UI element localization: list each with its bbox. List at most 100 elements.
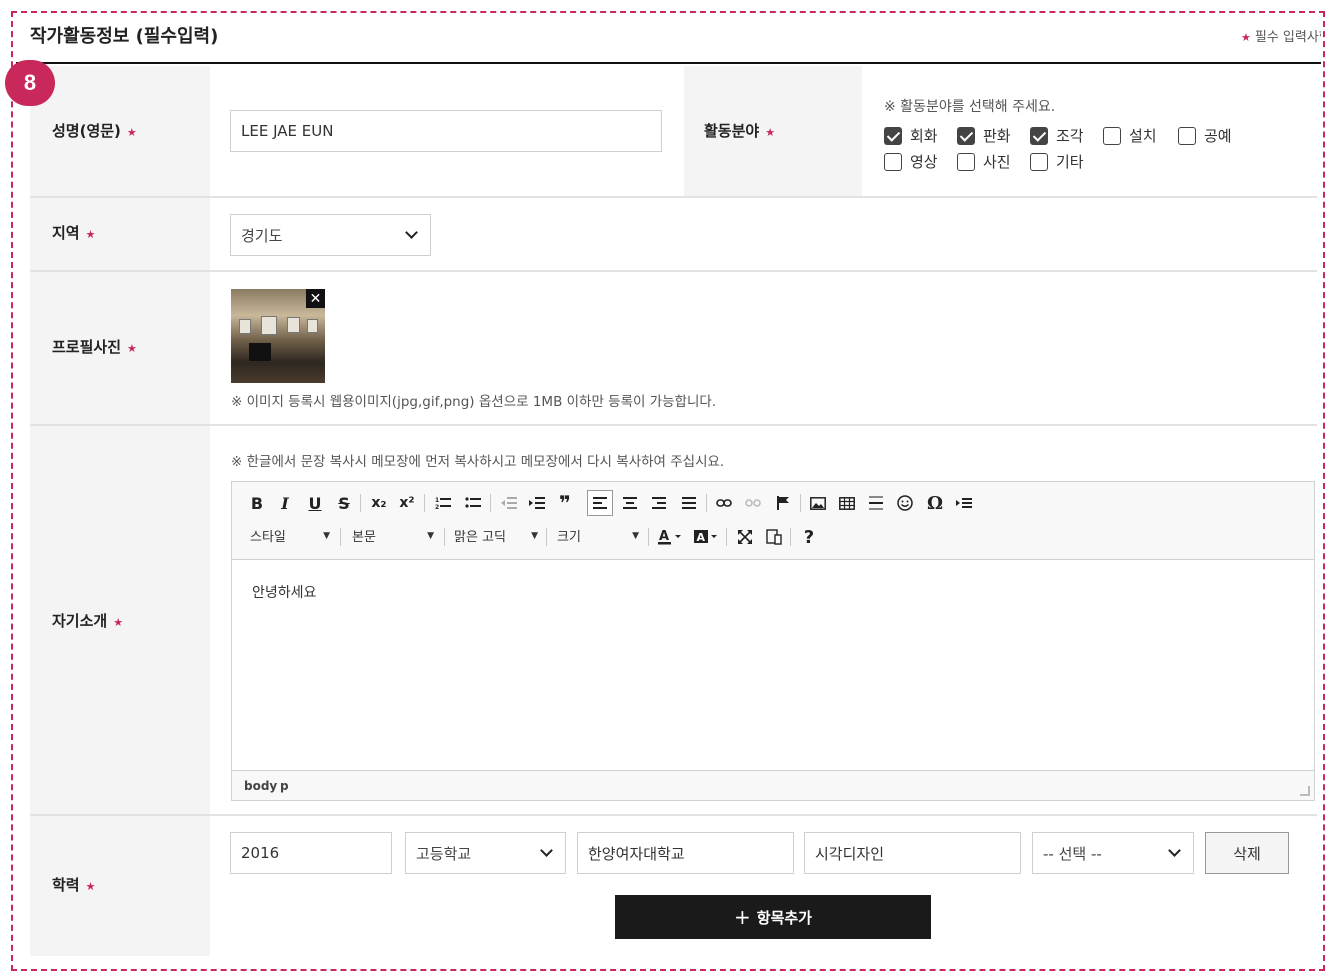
checkbox-installation[interactable]: 설치 [1103, 125, 1157, 146]
status-path-body[interactable]: body [244, 779, 277, 793]
checkbox-video[interactable]: 영상 [884, 151, 938, 172]
checkbox-unchecked-icon [1178, 126, 1196, 145]
row-education: 학력 ★ 2016 고등학교 한양여자대학교 시각디자인 -- 선택 -- 삭제 … [30, 816, 1317, 956]
activity-hint: ※ 활동분야를 선택해 주세요. [884, 99, 1056, 115]
size-combo[interactable]: 크기 ▼ [557, 526, 639, 545]
region-select[interactable]: 경기도 [230, 214, 431, 256]
required-note: ★필수 입력사항 [1241, 30, 1321, 45]
checkbox-sculpture[interactable]: 조각 [1030, 125, 1084, 146]
align-justify-icon[interactable] [676, 490, 702, 516]
superscript-button[interactable]: x² [394, 490, 420, 516]
align-left-icon[interactable] [587, 490, 613, 516]
required-star-icon: ★ [1241, 31, 1251, 44]
link-icon[interactable] [711, 490, 737, 516]
checkbox-checked-icon [884, 126, 902, 145]
italic-button[interactable]: I [272, 490, 298, 516]
intro-hint: ※ 한글에서 문장 복사시 메모장에 먼저 복사하시고 메모장에서 다시 복사하… [231, 454, 725, 470]
ordered-list-icon[interactable]: 12 [430, 490, 456, 516]
dropdown-arrow-icon: ▼ [427, 530, 434, 541]
editor-status-bar: body p [232, 770, 1314, 800]
background-color-icon[interactable]: A [692, 524, 722, 550]
dropdown-arrow-icon: ▼ [632, 530, 639, 541]
profile-photo-label: 프로필사진 ★ [52, 338, 137, 356]
blockquote-icon[interactable]: ❞ [552, 490, 578, 516]
name-input[interactable]: LEE JAE EUN [230, 110, 662, 152]
status-path-p[interactable]: p [280, 779, 289, 793]
rich-text-editor: B I U S x₂ x² 12 ❞ Ω 스타일 ▼ 본문 ▼ 맑은 고딕 ▼ … [231, 481, 1315, 801]
horizontal-rule-icon[interactable] [863, 490, 889, 516]
label-cell: 자기소개 ★ [30, 426, 210, 814]
education-label: 학력 ★ [52, 876, 96, 894]
checkbox-painting[interactable]: 회화 [884, 125, 938, 146]
checkbox-unchecked-icon [957, 152, 975, 171]
underline-button[interactable]: U [302, 490, 328, 516]
indent-icon[interactable] [524, 490, 550, 516]
anchor-flag-icon[interactable] [770, 490, 796, 516]
checkbox-checked-icon [1030, 126, 1048, 145]
subscript-button[interactable]: x₂ [366, 490, 392, 516]
font-combo[interactable]: 맑은 고딕 ▼ [454, 526, 538, 545]
table-icon[interactable] [834, 490, 860, 516]
resize-handle-icon[interactable] [1300, 786, 1310, 796]
special-char-icon[interactable]: Ω [922, 490, 948, 516]
school-name-input[interactable]: 한양여자대학교 [577, 832, 794, 874]
emoticon-icon[interactable] [892, 490, 918, 516]
label-cell: 프로필사진 ★ [30, 272, 210, 424]
align-center-icon[interactable] [617, 490, 643, 516]
remove-photo-icon[interactable]: ✕ [306, 289, 325, 308]
align-right-icon[interactable] [646, 490, 672, 516]
degree-status-select[interactable]: -- 선택 -- [1032, 832, 1194, 874]
label-cell: 학력 ★ [30, 816, 210, 956]
maximize-icon[interactable] [732, 524, 758, 550]
chevron-down-icon [1168, 844, 1181, 857]
strike-button[interactable]: S [331, 490, 357, 516]
help-icon[interactable]: ? [796, 524, 822, 550]
svg-text:2: 2 [435, 504, 439, 510]
bold-button[interactable]: B [244, 490, 270, 516]
unlink-icon[interactable] [740, 490, 766, 516]
label-cell: 지역 ★ [30, 198, 210, 270]
svg-text:1: 1 [435, 497, 439, 504]
major-input[interactable]: 시각디자인 [804, 832, 1021, 874]
format-combo[interactable]: 본문 ▼ [352, 526, 434, 545]
delete-button[interactable]: 삭제 [1205, 832, 1289, 874]
checkbox-printmaking[interactable]: 판화 [957, 125, 1011, 146]
checkbox-checked-icon [957, 126, 975, 145]
bullet-list-icon[interactable] [460, 490, 486, 516]
row-region: 지역 ★ 경기도 [30, 198, 1317, 272]
region-label: 지역 ★ [52, 224, 96, 242]
checkbox-unchecked-icon [1030, 152, 1048, 171]
piano-shape [249, 343, 271, 361]
education-year-input[interactable]: 2016 [230, 832, 392, 874]
checkbox-photo[interactable]: 사진 [957, 151, 1011, 172]
section-header: 작가활동정보 (필수입력) ★필수 입력사항 [16, 14, 1321, 64]
svg-text:A: A [697, 531, 706, 544]
row-name: 성명(영문) ★ LEE JAE EUN 활동분야 ★ ※ 활동분야를 선택해 주세… [30, 66, 1317, 198]
checkbox-etc[interactable]: 기타 [1030, 151, 1084, 172]
activity-label: 활동분야 ★ [704, 122, 776, 140]
checkbox-unchecked-icon [884, 152, 902, 171]
dropdown-arrow-icon: ▼ [323, 530, 330, 541]
name-label: 성명(영문) ★ [52, 122, 137, 140]
image-icon[interactable] [805, 490, 831, 516]
page-break-icon[interactable] [951, 490, 977, 516]
source-view-icon[interactable] [761, 524, 787, 550]
outdent-icon[interactable] [496, 490, 522, 516]
step-badge: 8 [5, 60, 55, 106]
label-cell: 성명(영문) ★ [30, 66, 210, 196]
add-item-button[interactable]: + 항목추가 [615, 895, 931, 939]
plus-icon: + [734, 905, 751, 929]
svg-text:A: A [659, 529, 669, 544]
editor-toolbar: B I U S x₂ x² 12 ❞ Ω 스타일 ▼ 본문 ▼ 맑은 고딕 ▼ … [232, 482, 1314, 560]
chevron-down-icon [405, 226, 418, 239]
intro-label: 자기소개 ★ [52, 612, 124, 630]
chevron-down-icon [540, 844, 553, 857]
label-cell-activity: 활동분야 ★ [684, 66, 862, 196]
photo-note: ※ 이미지 등록시 웹용이미지(jpg,gif,png) 옵션으로 1MB 이하… [231, 394, 717, 410]
style-combo[interactable]: 스타일 ▼ [250, 526, 330, 545]
editor-content[interactable]: 안녕하세요 [252, 582, 316, 602]
checkbox-craft[interactable]: 공예 [1178, 125, 1232, 146]
school-type-select[interactable]: 고등학교 [405, 832, 566, 874]
checkbox-unchecked-icon [1103, 126, 1121, 145]
text-color-icon[interactable]: A [656, 524, 686, 550]
